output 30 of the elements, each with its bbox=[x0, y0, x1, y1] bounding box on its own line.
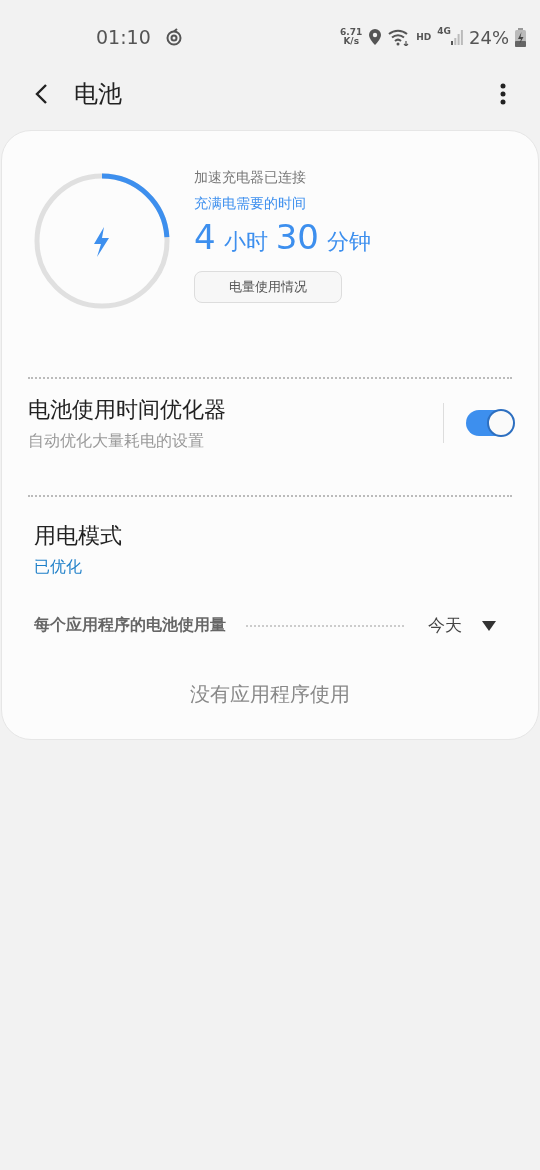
optimizer-title: 电池使用时间优化器 bbox=[28, 395, 227, 424]
signal-icon bbox=[451, 29, 463, 45]
app-usage-label: 每个应用程序的电池使用量 bbox=[34, 615, 226, 636]
more-icon bbox=[500, 83, 506, 105]
power-mode-title: 用电模式 bbox=[34, 522, 123, 550]
minutes-value: 30 bbox=[275, 217, 319, 257]
network-speed: 6.71 K/s bbox=[340, 28, 363, 46]
battery-charging-icon bbox=[515, 27, 526, 47]
charger-status: 加速充电器已连接 bbox=[194, 169, 307, 187]
status-time: 01:10 bbox=[96, 26, 151, 48]
optimizer-subtitle: 自动优化大量耗电的设置 bbox=[28, 430, 205, 452]
minutes-unit: 分钟 bbox=[326, 228, 371, 256]
hours-unit: 小时 bbox=[223, 228, 268, 256]
location-icon bbox=[368, 28, 383, 46]
hours-value: 4 bbox=[194, 217, 216, 257]
back-icon bbox=[34, 83, 48, 105]
wifi-icon bbox=[388, 28, 411, 46]
power-mode-value: 已优化 bbox=[34, 557, 83, 578]
hd-label: HD bbox=[416, 32, 432, 42]
battery-percent: 24% bbox=[469, 26, 509, 48]
lightning-icon bbox=[94, 227, 109, 257]
time-to-full-label: 充满电需要的时间 bbox=[194, 195, 307, 213]
swirl-icon bbox=[164, 28, 183, 46]
dropdown-icon bbox=[482, 620, 496, 631]
network-type: 4G bbox=[437, 26, 451, 36]
optimizer-switch[interactable] bbox=[466, 410, 512, 436]
page-title: 电池 bbox=[74, 79, 122, 110]
usage-button[interactable]: 电量使用情况 bbox=[194, 271, 342, 303]
empty-message: 没有应用程序使用 bbox=[189, 681, 351, 708]
period-dropdown[interactable]: 今天 bbox=[428, 614, 506, 637]
